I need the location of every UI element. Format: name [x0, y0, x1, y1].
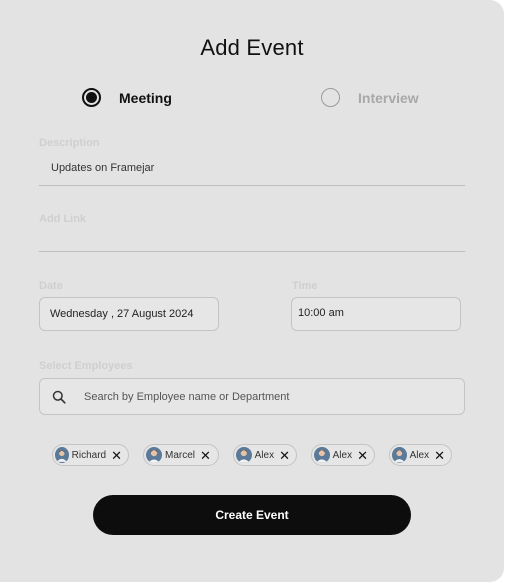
description-input[interactable]: Updates on Framejar [39, 160, 465, 186]
date-field[interactable]: Wednesday , 27 August 2024 [39, 297, 219, 331]
time-field[interactable]: 10:00 am [291, 297, 461, 331]
radio-label-meeting: Meeting [119, 89, 172, 106]
radio-option-interview[interactable]: Interview [321, 88, 419, 107]
remove-chip-icon[interactable]: ✕ [357, 449, 368, 462]
radio-label-interview: Interview [358, 89, 419, 106]
employee-chip: Richard ✕ [52, 444, 129, 466]
avatar [314, 447, 330, 463]
search-placeholder: Search by Employee name or Department [84, 390, 290, 403]
employee-chip-name: Marcel [165, 449, 196, 461]
avatar [146, 447, 162, 463]
employee-search-input[interactable]: Search by Employee name or Department [39, 378, 465, 415]
description-label: Description [39, 137, 100, 149]
employee-chip-name: Alex [409, 449, 430, 461]
employee-chip: Alex ✕ [389, 444, 452, 466]
radio-option-meeting[interactable]: Meeting [82, 88, 172, 107]
remove-chip-icon[interactable]: ✕ [111, 449, 122, 462]
create-event-button[interactable]: Create Event [93, 495, 411, 535]
employee-chip-name: Richard [71, 449, 107, 461]
radio-unselected-icon[interactable] [321, 88, 340, 107]
selected-employees-list: Richard ✕ Marcel ✕ Alex ✕ Alex ✕ Alex ✕ [0, 444, 504, 467]
add-event-modal: Add Event Meeting Interview Description … [0, 0, 504, 582]
employee-chip: Alex ✕ [233, 444, 297, 466]
add-link-label: Add Link [39, 213, 87, 225]
modal-title: Add Event [200, 35, 304, 60]
radio-selected-icon[interactable] [82, 88, 101, 107]
avatar [236, 447, 252, 463]
remove-chip-icon[interactable]: ✕ [279, 449, 290, 462]
employee-chip-name: Alex [254, 449, 275, 461]
description-value: Updates on Framejar [51, 162, 155, 174]
avatar [55, 447, 69, 463]
select-employees-label: Select Employees [39, 360, 133, 372]
add-link-input[interactable] [39, 226, 465, 252]
avatar [392, 447, 407, 463]
search-icon [52, 390, 66, 404]
date-value: Wednesday , 27 August 2024 [50, 308, 194, 320]
time-label: Time [292, 280, 318, 292]
remove-chip-icon[interactable]: ✕ [200, 449, 211, 462]
date-label: Date [39, 280, 63, 292]
employee-chip: Alex ✕ [311, 444, 375, 466]
employee-chip-name: Alex [332, 449, 353, 461]
remove-chip-icon[interactable]: ✕ [434, 449, 445, 462]
employee-chip: Marcel ✕ [143, 444, 219, 466]
time-value: 10:00 am [298, 307, 344, 319]
